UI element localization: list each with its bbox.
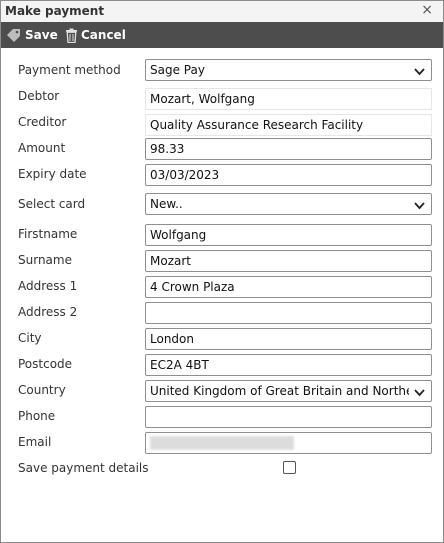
country-select[interactable]: United Kingdom of Great Britain and Nort… bbox=[145, 380, 432, 402]
debtor-label: Debtor bbox=[18, 89, 60, 103]
payment-method-value: Sage Pay bbox=[150, 63, 205, 77]
firstname-value: Wolfgang bbox=[150, 228, 207, 242]
save-payment-details-checkbox[interactable] bbox=[283, 461, 296, 474]
expiry-date-value: 03/03/2023 bbox=[150, 168, 220, 182]
city-label: City bbox=[18, 331, 42, 345]
phone-input[interactable] bbox=[145, 406, 432, 428]
surname-label: Surname bbox=[18, 253, 72, 267]
tag-icon bbox=[6, 28, 22, 42]
save-payment-details-label: Save payment details bbox=[18, 461, 149, 475]
surname-input[interactable]: Mozart bbox=[145, 250, 432, 272]
expiry-date-input[interactable]: 03/03/2023 bbox=[145, 164, 432, 186]
creditor-label: Creditor bbox=[18, 115, 67, 129]
surname-value: Mozart bbox=[150, 254, 191, 268]
expiry-date-label: Expiry date bbox=[18, 167, 87, 181]
postcode-input[interactable]: EC2A 4BT bbox=[145, 354, 432, 376]
redacted-email bbox=[150, 436, 294, 450]
select-card-select[interactable]: New.. bbox=[145, 193, 432, 215]
creditor-field: Quality Assurance Research Facility bbox=[145, 114, 432, 136]
address1-label: Address 1 bbox=[18, 279, 78, 293]
make-payment-dialog: Make payment × Save Cancel Payment metho… bbox=[0, 0, 444, 543]
postcode-label: Postcode bbox=[18, 357, 73, 371]
email-label: Email bbox=[18, 435, 52, 449]
cancel-button[interactable]: Cancel bbox=[65, 22, 126, 48]
dialog-title: Make payment bbox=[5, 4, 105, 18]
creditor-value: Quality Assurance Research Facility bbox=[150, 118, 364, 132]
amount-value: 98.33 bbox=[150, 142, 185, 156]
city-value: London bbox=[150, 332, 194, 346]
save-button[interactable]: Save bbox=[6, 22, 58, 48]
amount-input[interactable]: 98.33 bbox=[145, 138, 432, 160]
country-label: Country bbox=[18, 383, 66, 397]
chevron-down-icon bbox=[414, 386, 425, 400]
amount-label: Amount bbox=[18, 141, 66, 155]
select-card-value: New.. bbox=[150, 197, 183, 211]
country-value: United Kingdom of Great Britain and Nort… bbox=[150, 384, 409, 398]
postcode-value: EC2A 4BT bbox=[150, 358, 209, 372]
debtor-field: Mozart, Wolfgang bbox=[145, 88, 432, 110]
close-icon[interactable]: × bbox=[421, 2, 433, 18]
select-card-label: Select card bbox=[18, 197, 86, 211]
payment-method-select[interactable]: Sage Pay bbox=[145, 59, 432, 81]
save-label: Save bbox=[25, 28, 58, 42]
debtor-value: Mozart, Wolfgang bbox=[150, 92, 255, 106]
address1-input[interactable]: 4 Crown Plaza bbox=[145, 276, 432, 298]
title-bar: Make payment × bbox=[1, 1, 443, 23]
payment-method-label: Payment method bbox=[18, 63, 121, 77]
address1-value: 4 Crown Plaza bbox=[150, 280, 235, 294]
firstname-input[interactable]: Wolfgang bbox=[145, 224, 432, 246]
address2-label: Address 2 bbox=[18, 305, 78, 319]
cancel-label: Cancel bbox=[81, 28, 126, 42]
chevron-down-icon bbox=[414, 199, 425, 213]
email-input[interactable] bbox=[145, 432, 432, 454]
toolbar: Save Cancel bbox=[1, 22, 443, 48]
trash-icon bbox=[65, 28, 78, 43]
city-input[interactable]: London bbox=[145, 328, 432, 350]
chevron-down-icon bbox=[414, 65, 425, 79]
address2-input[interactable] bbox=[145, 302, 432, 324]
phone-label: Phone bbox=[18, 409, 56, 423]
firstname-label: Firstname bbox=[18, 227, 78, 241]
